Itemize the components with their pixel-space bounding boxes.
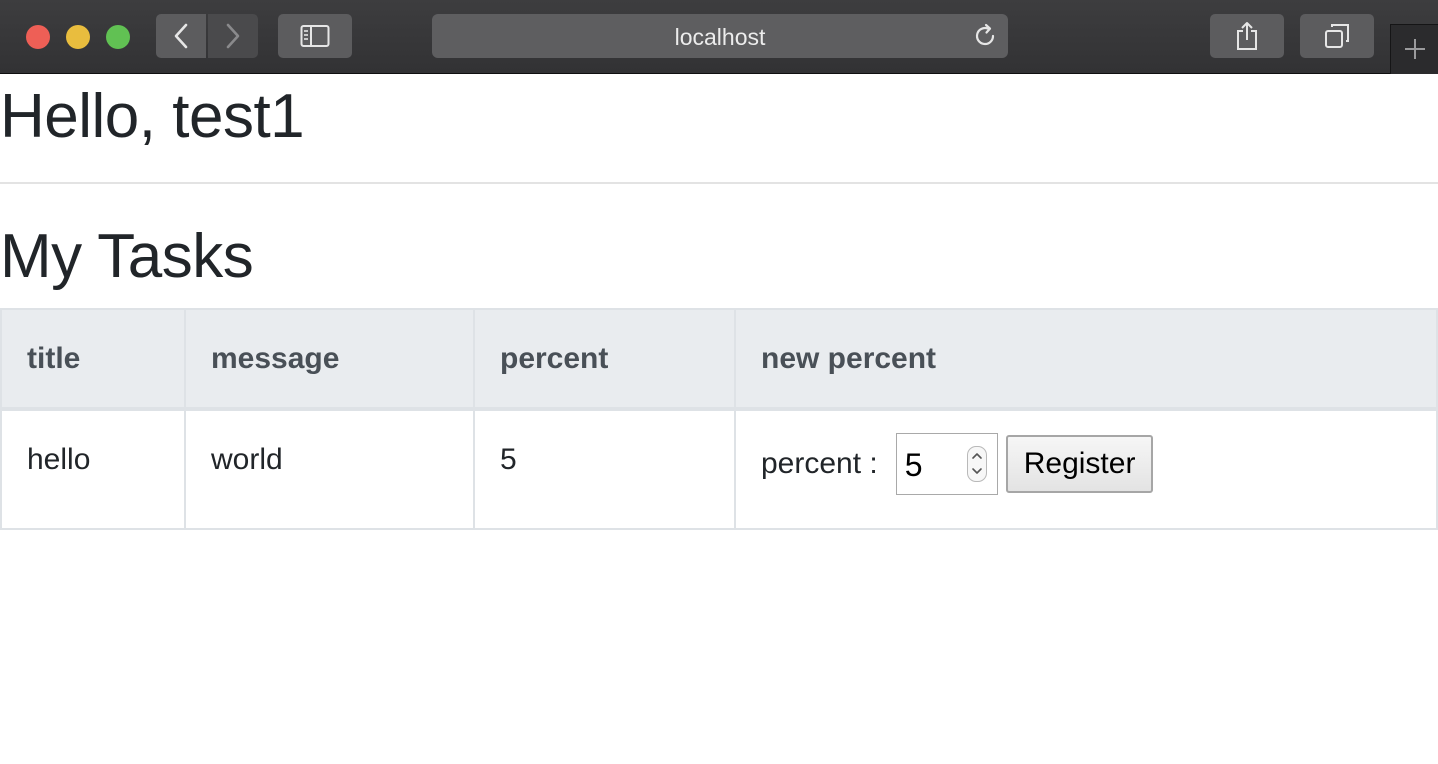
close-window-button[interactable]: [26, 25, 50, 49]
greeting-heading: Hello, test1: [0, 82, 305, 151]
number-stepper[interactable]: [966, 446, 987, 482]
plus-icon: [1405, 39, 1425, 59]
register-button[interactable]: Register: [1005, 435, 1154, 493]
percent-input[interactable]: 5: [895, 433, 998, 495]
reload-icon[interactable]: [972, 23, 998, 49]
column-header-percent: percent: [473, 308, 736, 411]
stepper-up-icon[interactable]: [971, 451, 983, 461]
show-tabs-button[interactable]: [1300, 14, 1374, 58]
table-row: hello world 5 percent : 5 Register: [0, 408, 1438, 530]
percent-input-value[interactable]: 5: [905, 448, 923, 482]
column-header-title: title: [0, 308, 186, 411]
stepper-down-icon[interactable]: [971, 466, 983, 476]
sidebar-icon: [300, 25, 330, 47]
cell-title: hello: [0, 408, 186, 530]
cell-message: world: [184, 408, 475, 530]
table-header-row: title message percent new percent: [0, 308, 1438, 411]
back-button[interactable]: [156, 14, 206, 58]
chevron-left-icon: [174, 23, 188, 49]
percent-form: percent : 5 Register: [761, 433, 1436, 495]
address-bar[interactable]: localhost: [432, 14, 1008, 58]
share-button[interactable]: [1210, 14, 1284, 58]
sidebar-toggle-button[interactable]: [278, 14, 352, 58]
new-tab-button[interactable]: [1390, 24, 1438, 74]
share-icon: [1237, 22, 1257, 50]
chevron-right-icon: [226, 23, 240, 49]
divider: [0, 182, 1438, 184]
address-text: localhost: [674, 24, 766, 50]
cell-new-percent: percent : 5 Register: [734, 408, 1438, 530]
percent-label: percent :: [761, 447, 878, 480]
forward-button[interactable]: [208, 14, 258, 58]
tasks-table: title message percent new percent hello …: [0, 308, 1438, 530]
column-header-message: message: [184, 308, 475, 411]
tabs-icon: [1325, 24, 1349, 48]
minimize-window-button[interactable]: [66, 25, 90, 49]
column-header-new-percent: new percent: [734, 308, 1438, 411]
cell-percent: 5: [473, 408, 736, 530]
section-title: My Tasks: [0, 222, 254, 291]
browser-toolbar: localhost: [0, 0, 1438, 74]
zoom-window-button[interactable]: [106, 25, 130, 49]
